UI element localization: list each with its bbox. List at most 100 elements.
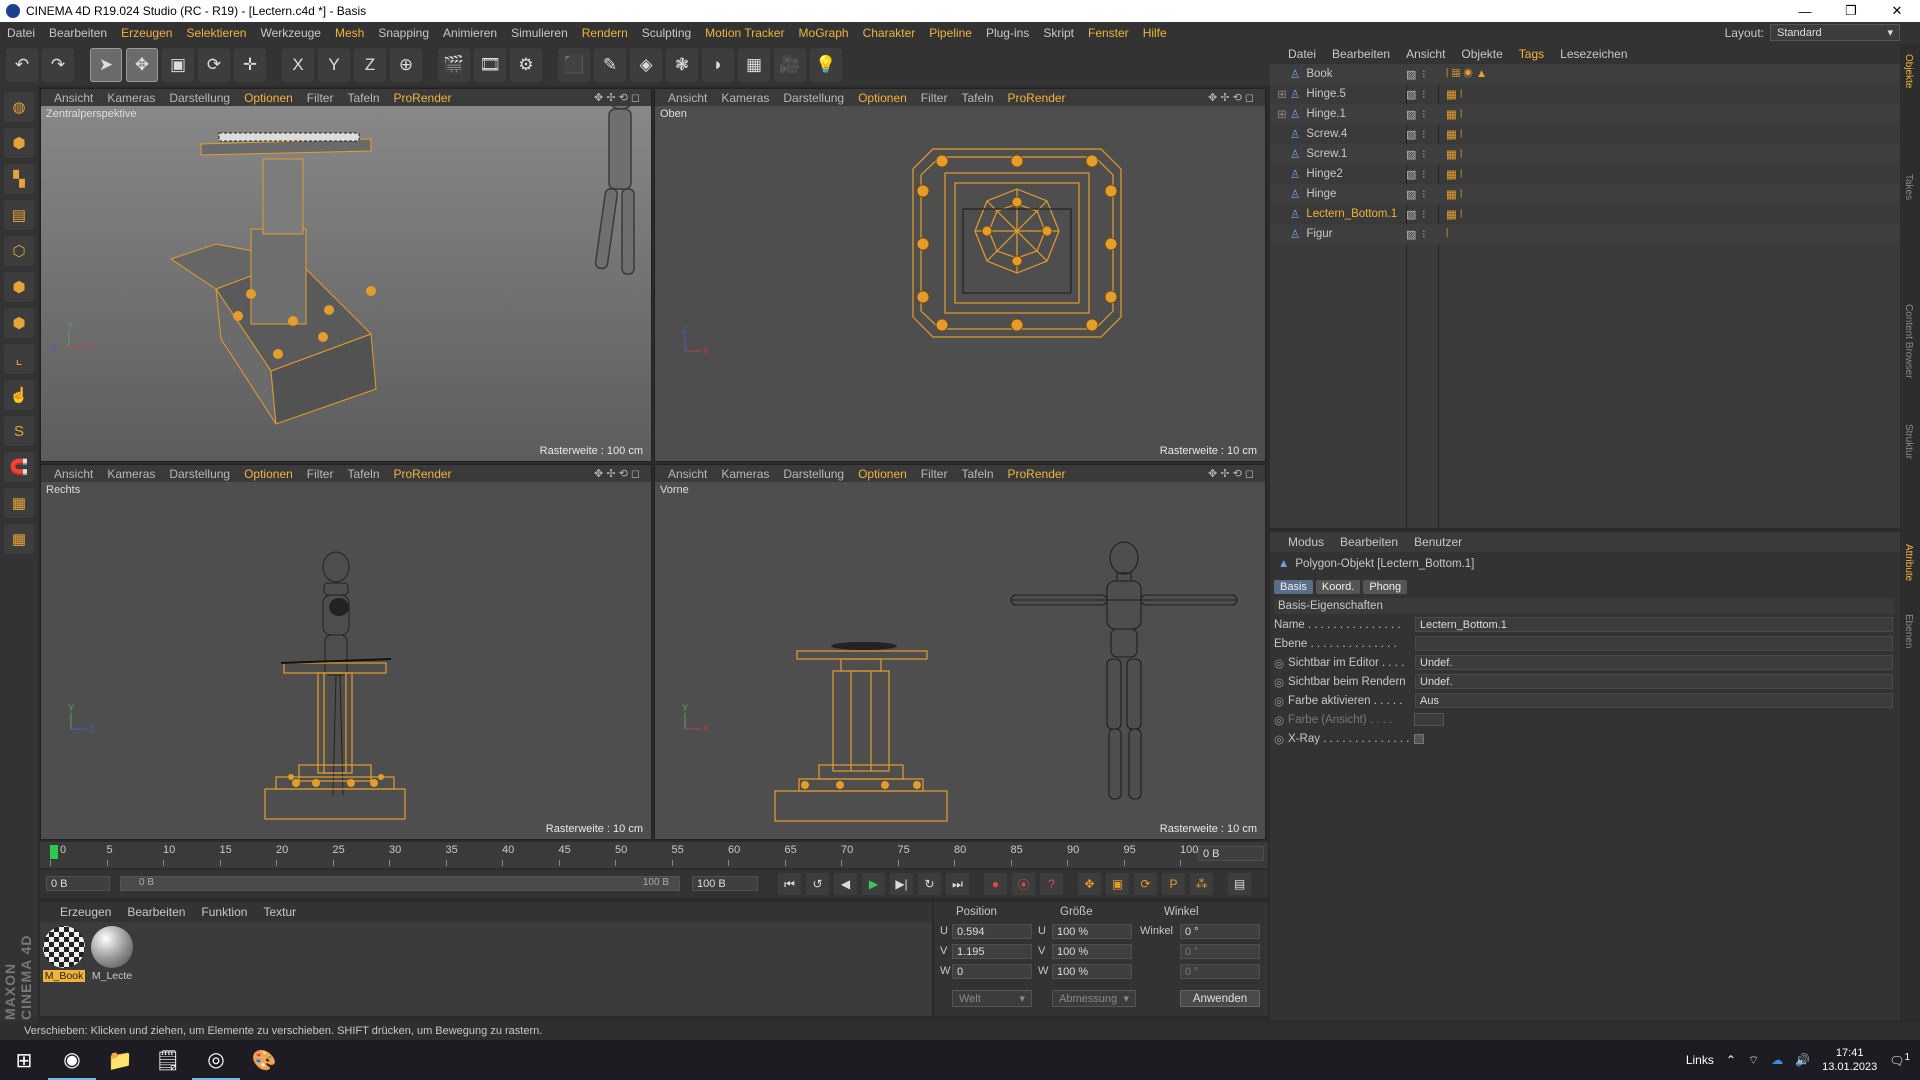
links-toolbar[interactable]: Links [1686, 1053, 1714, 1067]
viewport-menu-darstellung[interactable]: Darstellung [776, 467, 851, 481]
menu-motion-tracker[interactable]: Motion Tracker [698, 26, 791, 40]
light-icon[interactable]: 💡 [810, 48, 842, 82]
apply-button[interactable]: Anwenden [1180, 990, 1260, 1007]
attr-menu-benutzer[interactable]: Benutzer [1406, 535, 1470, 549]
position-field[interactable]: 0.594 [952, 924, 1032, 939]
tag-icons[interactable]: ▦ ⦚ [1446, 127, 1462, 142]
workplane-icon[interactable]: ▤ [4, 200, 34, 230]
menu-fenster[interactable]: Fenster [1081, 26, 1136, 40]
object-name[interactable]: Lectern_Bottom.1 [1306, 208, 1397, 220]
tag-icons[interactable]: ⦚ [1446, 228, 1448, 241]
next-frame-icon[interactable]: ▶| [890, 873, 913, 895]
menu-mograph[interactable]: MoGraph [792, 26, 856, 40]
viewport-menu-optionen[interactable]: Optionen [851, 467, 914, 481]
scale-icon[interactable]: ▣ [162, 48, 194, 82]
viewport-menu-ansicht[interactable]: Ansicht [47, 91, 100, 105]
deformer-icon[interactable]: ◗ [702, 48, 734, 82]
menu-bearbeiten[interactable]: Bearbeiten [42, 26, 114, 40]
go-end-icon[interactable]: ⏭ [946, 873, 969, 895]
object-name[interactable]: Hinge2 [1306, 168, 1342, 180]
material-swatch[interactable]: M_Lecte [90, 926, 134, 982]
side-tab-struktur[interactable]: Struktur [1903, 424, 1914, 459]
attr-value-field[interactable]: Aus [1415, 693, 1893, 708]
y-axis-icon[interactable]: Y [318, 48, 350, 82]
object-row[interactable]: ♙ Figur ⁝ ▨ ⦚ [1270, 224, 1900, 244]
size-field[interactable]: 100 % [1052, 944, 1132, 959]
undo-icon[interactable]: ↶ [6, 48, 38, 82]
layout-dropdown[interactable]: Standard ▾ [1770, 24, 1900, 41]
scale-key-icon[interactable]: ▣ [1106, 873, 1129, 895]
start-frame-field[interactable]: 0 B [46, 876, 110, 891]
magnet-icon[interactable]: 🧲 [4, 452, 34, 482]
side-tab-ebenen[interactable]: Ebenen [1903, 614, 1914, 648]
radio-icon[interactable]: ◎ [1274, 732, 1284, 746]
cinema4d-icon[interactable]: ◎ [192, 1040, 240, 1080]
tag-icons[interactable]: ⦚ ▦ ◉ ▲ [1446, 68, 1487, 81]
clock[interactable]: 17:41 13.01.2023 [1822, 1046, 1877, 1074]
viewport-menu-ansicht[interactable]: Ansicht [47, 467, 100, 481]
material-menu-bearbeiten[interactable]: Bearbeiten [119, 905, 193, 919]
record-icon[interactable]: ● [984, 873, 1007, 895]
object-row[interactable]: ⊞ ♙ Hinge.5 ⁝ ▨ ▦ ⦚ [1270, 84, 1900, 104]
viewport-menu-ansicht[interactable]: Ansicht [661, 467, 714, 481]
viewport-nav-icons[interactable]: ✥ ✢ ⟲ ◻ [1201, 91, 1261, 104]
axis-mode-icon[interactable]: ⌞ [4, 344, 34, 374]
volume-icon[interactable]: 🔊 [1795, 1053, 1810, 1067]
points-mode-icon[interactable]: ⬡ [4, 236, 34, 266]
viewport-menu-optionen[interactable]: Optionen [237, 91, 300, 105]
go-start-icon[interactable]: ⏮ [778, 873, 801, 895]
visibility-dots-icon[interactable]: ⁝ [1422, 67, 1426, 81]
make-editable-icon[interactable]: ◍ [4, 92, 34, 122]
layer-toggle-icon[interactable]: ▨ [1406, 148, 1416, 161]
rotate-key-icon[interactable]: ⟳ [1134, 873, 1157, 895]
onedrive-icon[interactable]: ☁ [1771, 1053, 1783, 1067]
side-tab-takes[interactable]: Takes [1903, 174, 1914, 200]
camera-icon[interactable]: 🎥 [774, 48, 806, 82]
rotate-icon[interactable]: ⟳ [198, 48, 230, 82]
paint-icon[interactable]: 🎨 [240, 1040, 288, 1080]
attr-value-field[interactable]: Lectern_Bottom.1 [1415, 617, 1893, 632]
visibility-dots-icon[interactable]: ⁝ [1422, 107, 1426, 121]
tag-icons[interactable]: ▦ ⦚ [1446, 187, 1462, 202]
keyframe-selection-icon[interactable]: ? [1040, 873, 1063, 895]
timeline-ruler[interactable]: 0 5 10 15 20 25 30 35 40 45 50 55 60 65 70 75 80 85 90 95 10… [40, 842, 1268, 868]
viewport-menu-kameras[interactable]: Kameras [100, 467, 162, 481]
viewport-menu-prorender[interactable]: ProRender [387, 91, 459, 105]
windows-start-icon[interactable]: ⊞ [0, 1040, 48, 1080]
object-row[interactable]: ♙ Hinge ⁝ ▨ ▦ ⦚ [1270, 184, 1900, 204]
coordinate-space-dropdown[interactable]: Welt ▾ [952, 990, 1032, 1007]
attr-value-field[interactable]: Undef. [1415, 674, 1893, 689]
redo-icon[interactable]: ↷ [42, 48, 74, 82]
angle-field[interactable]: 0 ° [1180, 924, 1260, 939]
object-name[interactable]: Figur [1306, 228, 1332, 240]
chevron-up-icon[interactable]: ⌃ [1726, 1053, 1736, 1067]
minimize-button[interactable]: — [1782, 0, 1828, 22]
world-coord-icon[interactable]: ⊕ [390, 48, 422, 82]
menu-selektieren[interactable]: Selektieren [179, 26, 253, 40]
expand-icon[interactable]: ⊞ [1274, 87, 1290, 101]
menu-hilfe[interactable]: Hilfe [1136, 26, 1174, 40]
param-key-icon[interactable]: P [1162, 873, 1185, 895]
size-field[interactable]: 100 % [1052, 924, 1132, 939]
viewport-menu-tafeln[interactable]: Tafeln [340, 467, 386, 481]
layer-toggle-icon[interactable]: ▨ [1406, 208, 1416, 221]
objmgr-menu-datei[interactable]: Datei [1280, 47, 1324, 61]
pla-key-icon[interactable]: ⁂ [1190, 873, 1213, 895]
viewport-menu-optionen[interactable]: Optionen [851, 91, 914, 105]
x-axis-icon[interactable]: X [282, 48, 314, 82]
cloner-icon[interactable]: ❃ [666, 48, 698, 82]
viewport-menu-filter[interactable]: Filter [300, 467, 341, 481]
viewport-menu-tafeln[interactable]: Tafeln [954, 467, 1000, 481]
current-frame-field[interactable]: 0 B [1198, 846, 1264, 861]
viewport-nav-icons[interactable]: ✥ ✢ ⟲ ◻ [587, 91, 647, 104]
material-menu-funktion[interactable]: Funktion [193, 905, 255, 919]
visibility-dots-icon[interactable]: ⁝ [1422, 147, 1426, 161]
prev-frame-icon[interactable]: ◀ [834, 873, 857, 895]
visibility-dots-icon[interactable]: ⁝ [1422, 87, 1426, 101]
tab-phong[interactable]: Phong [1363, 580, 1408, 594]
material-menu-erzeugen[interactable]: Erzeugen [52, 905, 119, 919]
objmgr-menu-lesezeichen[interactable]: Lesezeichen [1552, 47, 1635, 61]
viewport-menu-kameras[interactable]: Kameras [714, 467, 776, 481]
angle-field[interactable]: 0 ° [1180, 944, 1260, 959]
material-menu-textur[interactable]: Textur [255, 905, 304, 919]
